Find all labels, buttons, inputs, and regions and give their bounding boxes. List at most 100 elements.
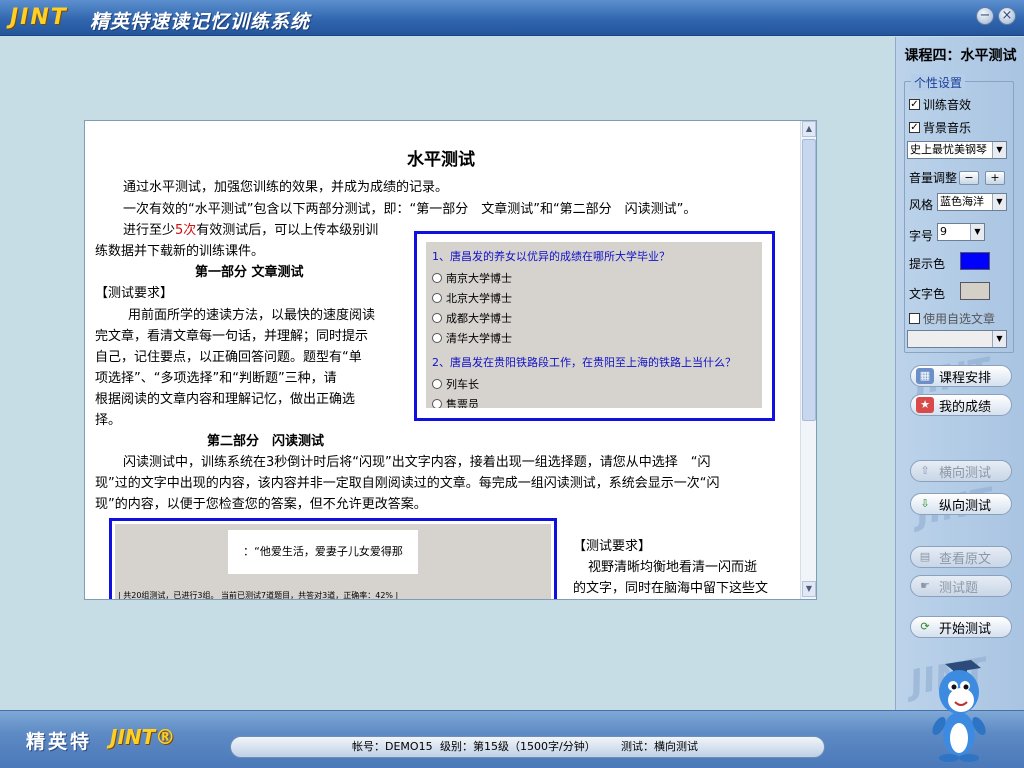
scroll-down-arrow[interactable]: ▼ bbox=[802, 581, 816, 597]
radio-button[interactable] bbox=[432, 293, 442, 303]
level-status: 级别：第15级（1500字/分钟） bbox=[440, 740, 596, 753]
intro-paragraph: 通过水平测试，加强您训练的效果，并成为成绩的记录。 bbox=[123, 180, 449, 195]
button-label: 我的成绩 bbox=[939, 399, 992, 415]
scores-icon: ★ bbox=[916, 397, 934, 413]
view-original-button[interactable]: ▤ 查看原文 bbox=[910, 546, 1012, 568]
text-color-swatch[interactable] bbox=[960, 282, 990, 300]
scroll-up-arrow[interactable]: ▲ bbox=[802, 121, 816, 137]
body-line: 现”过的文字中出现的内容，该内容并非一定取自刚阅读过的文章。每完成一组闪读测试，… bbox=[95, 476, 720, 491]
button-label: 开始测试 bbox=[939, 621, 992, 637]
settings-group: 个性设置 ✓ 训练音效 ✓ 背景音乐 史上最忧美钢琴 ▼ 音量调整 − + 风格 蓝色… bbox=[904, 74, 1014, 353]
chevron-down-icon[interactable]: ▼ bbox=[992, 331, 1006, 347]
vertical-test-button[interactable]: ⇩ 纵向测试 bbox=[910, 493, 1012, 515]
button-label: 横向测试 bbox=[939, 465, 992, 481]
test-status: 测试：横向测试 bbox=[621, 740, 698, 753]
document-panel[interactable]: 水平测试 通过水平测试，加强您训练的效果，并成为成绩的记录。 一次有效的“水平测… bbox=[84, 120, 817, 600]
radio-button[interactable] bbox=[432, 379, 442, 389]
radio-button[interactable] bbox=[432, 333, 442, 343]
section-heading: 第二部分 闪读测试 bbox=[207, 434, 325, 449]
button-label: 课程安排 bbox=[939, 370, 992, 386]
button-label: 查看原文 bbox=[939, 551, 992, 567]
body-line: 择。 bbox=[95, 413, 122, 428]
flash-preview: ：“他爱生活，爱妻子儿女爱得那 | 共20组测试，已进行3组。 当前已测试7道题… bbox=[109, 518, 557, 599]
quiz-option[interactable]: 南京大学博士 bbox=[432, 270, 512, 286]
quiz-option[interactable]: 北京大学博士 bbox=[432, 290, 512, 306]
quiz-option-label: 清华大学博士 bbox=[446, 332, 512, 345]
minimize-button[interactable]: − bbox=[976, 7, 994, 25]
chevron-down-icon[interactable]: ▼ bbox=[970, 224, 984, 240]
jint-logo: JINT® bbox=[110, 725, 176, 749]
hand-icon: ☛ bbox=[920, 579, 930, 592]
text-color-label: 文字色 bbox=[909, 287, 946, 301]
intro-paragraph: 进行至少5次有效测试后，可以上传本级别训 bbox=[123, 220, 378, 241]
checkbox[interactable]: ✓ bbox=[909, 122, 920, 133]
bg-music-checkbox[interactable]: ✓ 背景音乐 bbox=[909, 119, 971, 136]
quiz-option[interactable]: 成都大学博士 bbox=[432, 310, 512, 326]
checkbox-label: 背景音乐 bbox=[923, 121, 972, 135]
body-line: 完文章，看清文章每一句话，并理解；同时提示 bbox=[95, 329, 369, 344]
custom-text-select[interactable]: ▼ bbox=[907, 330, 1007, 348]
volume-label: 音量调整 bbox=[909, 171, 958, 185]
select-value: 史上最忧美钢琴 bbox=[910, 143, 987, 156]
volume-up-button[interactable]: + bbox=[985, 171, 1005, 185]
close-button[interactable]: × bbox=[998, 7, 1016, 25]
lesson-title: 课程四：水平测试 bbox=[904, 48, 1017, 64]
start-test-button[interactable]: ⟳ 开始测试 bbox=[910, 616, 1012, 638]
flash-preview-panel: ：“他爱生活，爱妻子儿女爱得那 | 共20组测试，已进行3组。 当前已测试7道题… bbox=[115, 524, 551, 599]
quiz-option[interactable]: 售票员 bbox=[432, 396, 479, 408]
requirement-label: 【测试要求】 bbox=[95, 286, 174, 301]
intro-paragraph: 一次有效的“水平测试”包含以下两部分测试，即：“第一部分 文章测试”和“第二部分… bbox=[123, 202, 697, 217]
intro-text: 有效测试后，可以上传本级别训 bbox=[196, 223, 379, 238]
radio-button[interactable] bbox=[432, 399, 442, 408]
schedule-button[interactable]: ▦ 课程安排 bbox=[910, 365, 1012, 387]
training-sound-checkbox[interactable]: ✓ 训练音效 bbox=[909, 96, 971, 113]
chevron-down-icon[interactable]: ▼ bbox=[992, 142, 1006, 158]
intro-text: 进行至少 bbox=[123, 223, 176, 238]
radio-button[interactable] bbox=[432, 273, 442, 283]
section-heading: 第一部分 文章测试 bbox=[195, 265, 304, 280]
body-line: 根据阅读的文章内容和理解记忆，做出正确选 bbox=[95, 392, 356, 407]
prompt-color-label: 提示色 bbox=[909, 257, 946, 271]
checkbox[interactable]: ✓ bbox=[909, 99, 920, 110]
quiz-question: 1、唐昌发的养女以优异的成绩在哪所大学毕业？ bbox=[432, 250, 670, 263]
test-questions-button[interactable]: ☛ 测试题 bbox=[910, 575, 1012, 597]
status-bar: 精英特 JINT® 帐号：DEMO15 级别：第15级（1500字/分钟） 测试… bbox=[0, 710, 1024, 768]
account-status: 帐号：DEMO15 bbox=[352, 740, 433, 753]
status-pill: 帐号：DEMO15 级别：第15级（1500字/分钟） 测试：横向测试 bbox=[230, 736, 825, 758]
jint-logo: JINT bbox=[10, 5, 68, 30]
select-value: 蓝色海洋 bbox=[940, 195, 984, 208]
checkbox[interactable] bbox=[909, 313, 920, 324]
document-scrollbar[interactable]: ▲ ▼ bbox=[800, 121, 816, 599]
quiz-question: 2、唐昌发在贵阳铁路段工作，在贵阳至上海的铁路上当什么？ bbox=[432, 356, 736, 369]
quiz-option[interactable]: 清华大学博士 bbox=[432, 330, 512, 346]
my-scores-button[interactable]: ★ 我的成绩 bbox=[910, 394, 1012, 416]
scrollbar-thumb[interactable] bbox=[802, 139, 816, 421]
quiz-option-label: 售票员 bbox=[446, 398, 479, 408]
calendar-icon: ▦ bbox=[916, 368, 934, 384]
font-size-select[interactable]: 9 ▼ bbox=[937, 223, 985, 241]
refresh-icon: ⟳ bbox=[920, 620, 930, 633]
dolphin-mascot-icon bbox=[932, 660, 986, 762]
title-bar: JINT 精英特速读记忆训练系统 − × bbox=[0, 0, 1024, 36]
quiz-option-label: 成都大学博士 bbox=[446, 312, 512, 325]
chevron-down-icon[interactable]: ▼ bbox=[992, 194, 1006, 210]
volume-down-button[interactable]: − bbox=[959, 171, 979, 185]
requirement-label: 【测试要求】 bbox=[573, 539, 652, 554]
body-line: 闪读测试中，训练系统在3秒倒计时后将“闪现”出文字内容，接着出现一组选择题，请您… bbox=[123, 455, 711, 470]
font-size-label: 字号 bbox=[909, 229, 934, 243]
select-value: 9 bbox=[940, 225, 947, 238]
style-select[interactable]: 蓝色海洋 ▼ bbox=[937, 193, 1007, 211]
body-line: 视野清晰均衡地看清一闪而逝 bbox=[575, 560, 758, 575]
body-line: 自己，记住要点，以正确回答问题。题型有“单 bbox=[95, 350, 362, 365]
quiz-option[interactable]: 列车长 bbox=[432, 376, 479, 392]
prompt-color-swatch[interactable] bbox=[960, 252, 990, 270]
quiz-preview-panel: 1、唐昌发的养女以优异的成绩在哪所大学毕业？ 南京大学博士 北京大学博士 成都大… bbox=[426, 242, 762, 408]
document-title: 水平测试 bbox=[407, 150, 475, 170]
body-line: 的文字，同时在脑海中留下这些文 bbox=[573, 581, 769, 596]
body-line: 现”的内容，以便于您检查您的答案，但不允许更改答案。 bbox=[95, 497, 427, 512]
horizontal-test-button[interactable]: ⇧ 横向测试 bbox=[910, 460, 1012, 482]
radio-button[interactable] bbox=[432, 313, 442, 323]
custom-text-checkbox[interactable]: 使用自选文章 bbox=[909, 310, 995, 327]
music-select[interactable]: 史上最忧美钢琴 ▼ bbox=[907, 141, 1007, 159]
button-label: 纵向测试 bbox=[939, 498, 992, 514]
